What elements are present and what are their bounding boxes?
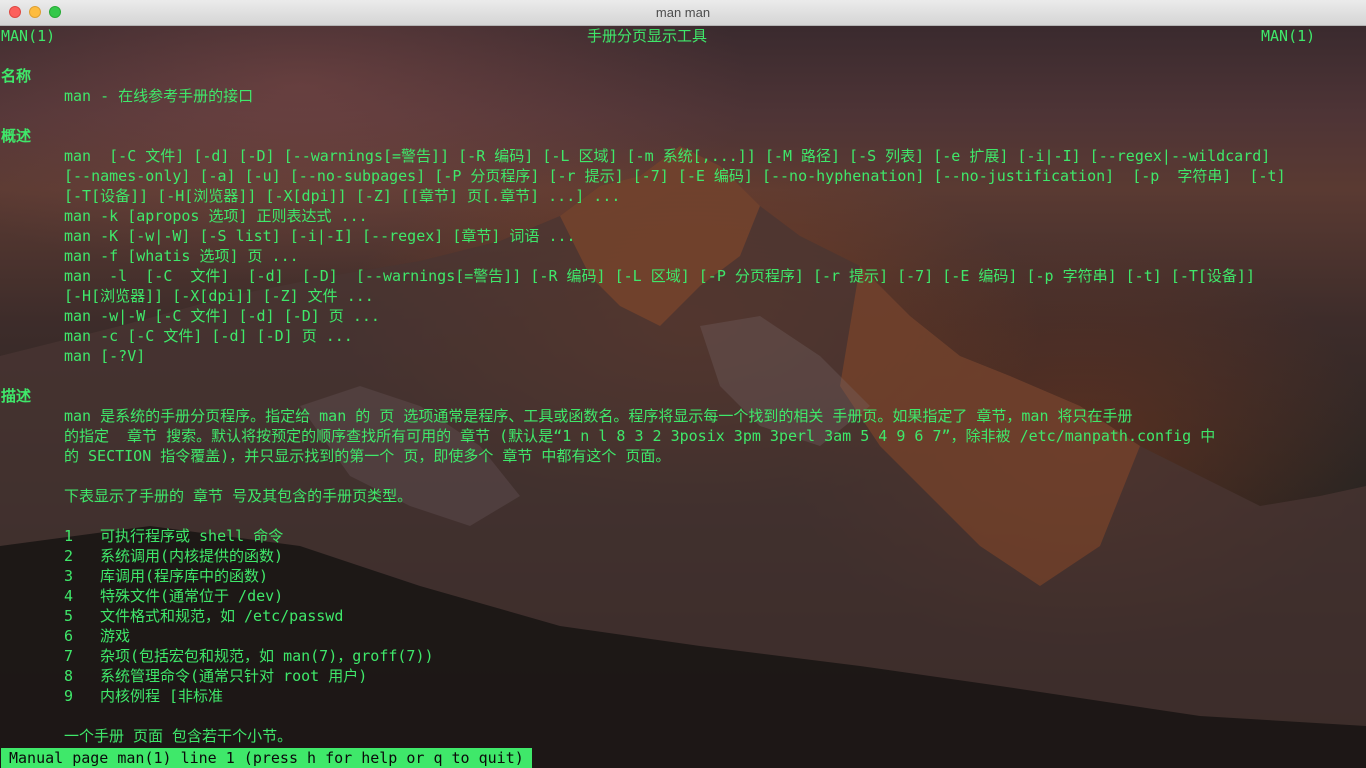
synopsis-line: [-T[设备]] [-H[浏览器]] [-X[dpi]] [-Z] [[章节] … <box>64 187 621 205</box>
section-description: 可执行程序或 shell 命令 <box>100 527 284 545</box>
window-titlebar: man man <box>0 0 1366 26</box>
header-left: MAN(1) <box>1 27 56 45</box>
section-description: 杂项(包括宏包和规范，如 man(7)，groff(7)) <box>100 647 434 665</box>
synopsis-line: [--names-only] [-a] [-u] [--no-subpages]… <box>64 167 1286 185</box>
synopsis-line: man [-C 文件] [-d] [-D] [--warnings[=警告]] … <box>64 147 1271 165</box>
terminal-view[interactable]: MAN(1) 手册分页显示工具 MAN(1) 名称 man - 在线参考手册的接… <box>0 26 1366 768</box>
synopsis-line: man -c [-C 文件] [-d] [-D] 页 ... <box>64 327 353 345</box>
synopsis-line: man -k [apropos 选项] 正则表达式 ... <box>64 207 368 225</box>
section-number: 3 <box>64 567 74 585</box>
section-description: 内核例程 [非标准 <box>100 687 224 705</box>
scrollbar[interactable] <box>1358 26 1366 768</box>
header-right: MAN(1) <box>1261 27 1316 45</box>
section-table-intro: 下表显示了手册的 章节 号及其包含的手册页类型。 <box>64 487 413 505</box>
synopsis-line: man -l [-C 文件] [-d] [-D] [--warnings[=警告… <box>64 267 1255 285</box>
description-last-line: 一个手册 页面 包含若干个小节。 <box>64 727 293 745</box>
synopsis-line: man [-?V] <box>64 347 146 365</box>
window-title: man man <box>655 5 711 20</box>
section-description: 库调用(程序库中的函数) <box>100 567 269 585</box>
synopsis-line: [-H[浏览器]] [-X[dpi]] [-Z] 文件 ... <box>64 287 374 305</box>
section-heading-name: 名称 <box>1 67 32 85</box>
section-number: 4 <box>64 587 74 605</box>
section-number: 6 <box>64 627 74 645</box>
description-line: man 是系统的手册分页程序。指定给 man 的 页 选项通常是程序、工具或函数… <box>64 407 1133 425</box>
section-number: 2 <box>64 547 74 565</box>
section-number: 7 <box>64 647 74 665</box>
section-number: 9 <box>64 687 74 705</box>
synopsis-line: man -w|-W [-C 文件] [-d] [-D] 页 ... <box>64 307 380 325</box>
synopsis-line: man -f [whatis 选项] 页 ... <box>64 247 299 265</box>
section-heading-description: 描述 <box>1 387 32 405</box>
section-number: 8 <box>64 667 74 685</box>
description-line: 的指定 章节 搜索。默认将按预定的顺序查找所有可用的 章节 (默认是“1 n l… <box>64 427 1216 445</box>
name-text: man - 在线参考手册的接口 <box>64 87 254 105</box>
pager-status-bar: Manual page man(1) line 1 (press h for h… <box>1 748 532 768</box>
section-number: 1 <box>64 527 74 545</box>
section-description: 系统调用(内核提供的函数) <box>100 547 284 565</box>
section-heading-synopsis: 概述 <box>1 127 32 145</box>
section-description: 系统管理命令(通常只针对 root 用户) <box>100 667 368 685</box>
section-description: 游戏 <box>100 627 131 645</box>
header-center: 手册分页显示工具 <box>587 27 708 45</box>
synopsis-line: man -K [-w|-W] [-S list] [-i|-I] [--rege… <box>64 227 576 245</box>
description-line: 的 SECTION 指令覆盖)，并只显示找到的第一个 页，即使多个 章节 中都有… <box>64 447 671 465</box>
section-number: 5 <box>64 607 74 625</box>
section-description: 特殊文件(通常位于 /dev) <box>100 587 284 605</box>
section-description: 文件格式和规范，如 /etc/passwd <box>100 607 344 625</box>
